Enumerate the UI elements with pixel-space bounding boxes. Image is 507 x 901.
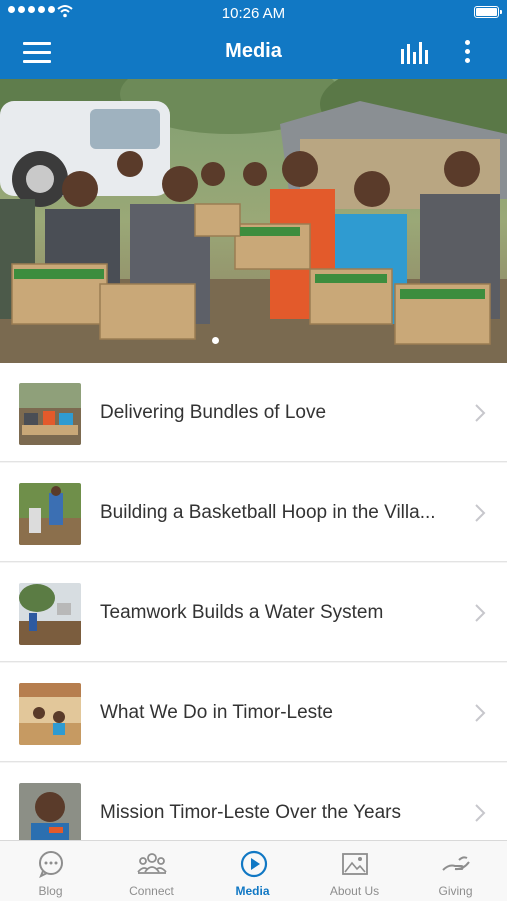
chevron-right-icon xyxy=(475,704,486,722)
battery-icon xyxy=(474,6,502,18)
tab-giving[interactable]: Giving xyxy=(405,841,506,901)
list-item-thumbnail xyxy=(19,383,81,445)
list-item-thumbnail xyxy=(19,783,81,845)
list-item-thumbnail xyxy=(19,583,81,645)
picture-icon xyxy=(342,853,368,875)
page-title: Media xyxy=(225,40,282,62)
list-item-thumbnail xyxy=(19,683,81,745)
play-circle-icon xyxy=(240,850,268,878)
list-item-title: Delivering Bundles of Love xyxy=(100,402,327,423)
nav-bar: Media xyxy=(0,26,507,79)
tab-label: Media xyxy=(235,884,270,898)
tab-connect[interactable]: Connect xyxy=(101,841,202,901)
list-item-title: Teamwork Builds a Water System xyxy=(100,602,384,623)
chevron-right-icon xyxy=(475,604,486,622)
giving-hand-icon xyxy=(442,856,470,871)
status-bar: 10:26 AM xyxy=(0,0,507,26)
bar-chart-icon[interactable] xyxy=(401,40,429,64)
list-item-thumbnail xyxy=(19,483,81,545)
chat-bubble-icon xyxy=(39,851,63,878)
tab-label: About Us xyxy=(329,884,380,898)
list-item-title: What We Do in Timor-Leste xyxy=(100,702,334,723)
people-icon xyxy=(137,853,167,874)
tab-bar: Blog Connect Media About Us Giving xyxy=(0,840,507,901)
chevron-right-icon xyxy=(475,404,486,422)
carousel-page-indicator xyxy=(212,337,219,344)
chevron-right-icon xyxy=(475,504,486,522)
status-time: 10:26 AM xyxy=(221,5,286,22)
tab-label: Blog xyxy=(38,884,63,898)
list-item[interactable]: Delivering Bundles of Love xyxy=(0,363,507,462)
tab-label: Giving xyxy=(438,884,473,898)
hero-image xyxy=(0,79,507,363)
list-item[interactable]: Building a Basketball Hoop in the Villa.… xyxy=(0,463,507,562)
list-item[interactable]: What We Do in Timor-Leste xyxy=(0,663,507,762)
hero-carousel[interactable] xyxy=(0,79,507,363)
tab-media[interactable]: Media xyxy=(202,841,303,901)
list-item[interactable]: Teamwork Builds a Water System xyxy=(0,563,507,662)
tab-blog[interactable]: Blog xyxy=(0,841,101,901)
tab-label: Connect xyxy=(129,884,174,898)
tab-about-us[interactable]: About Us xyxy=(304,841,405,901)
chevron-right-icon xyxy=(475,804,486,822)
list-item-title: Building a Basketball Hoop in the Villa.… xyxy=(100,502,436,523)
more-vertical-icon[interactable] xyxy=(462,38,472,66)
list-item-title: Mission Timor-Leste Over the Years xyxy=(100,802,401,823)
